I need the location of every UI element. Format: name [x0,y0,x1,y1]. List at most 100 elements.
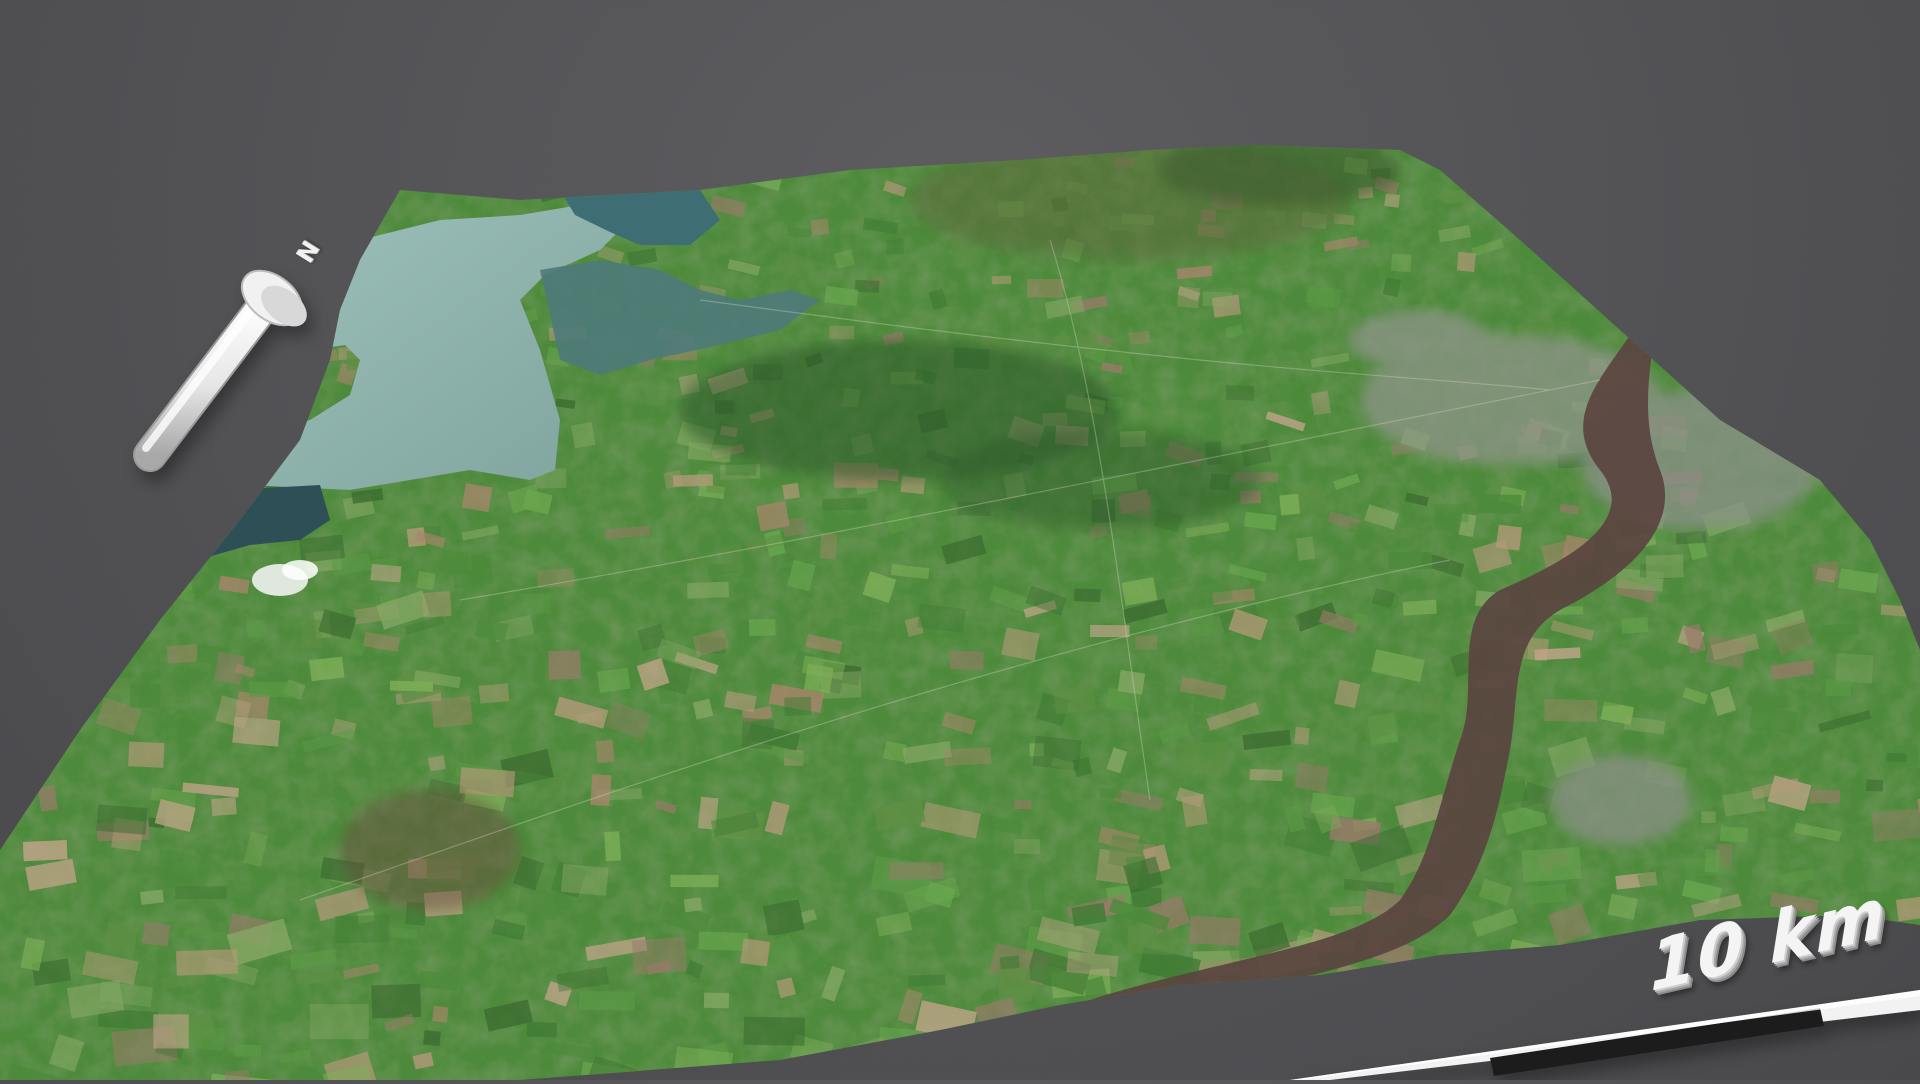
field-patch [1609,268,1634,287]
field-patch [1838,376,1871,396]
field-patch [1850,158,1885,184]
field-patch [1910,489,1920,512]
field-patch [435,150,462,168]
field-patch [1911,343,1920,362]
field-patch [1607,275,1645,298]
field-patch [1785,266,1810,278]
field-patch [70,387,98,405]
field-patch [75,503,117,522]
field-patch [68,568,92,588]
field-patch [230,222,259,234]
field-patch [222,463,246,493]
field-patch [97,566,132,596]
field-patch [112,512,153,539]
field-patch [73,330,96,346]
field-patch [1668,311,1687,325]
field-patch [1847,239,1883,255]
field-patch [1764,383,1801,407]
field-patch [1821,351,1856,364]
field-patch [661,155,683,173]
field-patch [1901,397,1920,428]
field-patch [413,170,430,182]
field-patch [447,171,465,184]
field-patch [1786,438,1823,464]
field-patch [1889,468,1920,488]
field-patch [37,242,61,263]
field-patch [57,494,105,522]
field-patch [1822,419,1846,446]
field-patch [1591,180,1609,191]
field-patch [230,203,266,227]
field-patch [1747,406,1782,434]
field-patch [1709,283,1737,308]
field-patch [8,368,42,383]
field-patch [48,629,88,657]
field-patch [1764,324,1796,347]
field-patch [1662,168,1680,188]
field-patch [248,392,268,414]
field-patch [237,406,275,421]
field-patch [7,659,41,693]
field-patch [76,559,128,593]
field-patch [468,154,501,171]
field-patch [215,406,252,434]
north-arrow [133,269,307,472]
field-patch [209,454,251,480]
field-patch [72,304,96,318]
field-patch [63,338,103,356]
field-patch [1807,241,1843,259]
field-patch [1648,233,1671,255]
field-patch [1842,285,1875,300]
field-patch [340,229,368,252]
field-patch [132,505,168,517]
field-patch [19,717,73,755]
field-patch [94,361,130,386]
field-patch [1886,288,1911,303]
field-patch [1677,173,1709,188]
field-patch [1862,343,1898,363]
field-patch [100,495,143,516]
field-patch [258,368,293,385]
map-viewport[interactable]: N 10 km [0,0,1920,1080]
field-patch [31,601,57,614]
field-patch [1797,189,1832,210]
field-patch [1671,270,1688,285]
field-patch [33,660,55,683]
field-patch [126,305,147,328]
field-patch [1620,192,1639,210]
field-patch [381,150,407,170]
field-patch [1702,386,1730,408]
field-patch [1663,338,1699,358]
field-patch [513,157,532,171]
field-patch [50,394,92,421]
field-patch [753,155,788,179]
field-patch [87,453,115,470]
field-patch [484,157,516,179]
field-patch [1744,229,1777,255]
field-patch [176,268,208,290]
field-patch [1904,307,1920,324]
field-patch [99,495,150,532]
field-patch [43,572,61,590]
field-patch [1749,252,1782,277]
field-patch [1693,348,1731,361]
terrain-render [0,145,1920,1080]
field-patch [1879,220,1902,231]
field-patch [309,309,334,328]
field-patch [1698,311,1726,327]
field-patch [1572,228,1595,244]
field-patch [1723,389,1743,402]
field-patch [43,428,67,452]
field-patch [349,162,374,178]
field-patch [1682,263,1702,277]
field-patch [44,382,62,392]
field-patch [10,553,59,584]
field-patch [88,406,116,426]
field-patch [1758,260,1782,273]
field-patch [222,278,240,293]
field-patch [1900,450,1920,465]
field-patch [85,352,105,375]
field-patch [1814,368,1836,379]
field-patch [304,171,333,191]
field-patch [138,385,163,396]
